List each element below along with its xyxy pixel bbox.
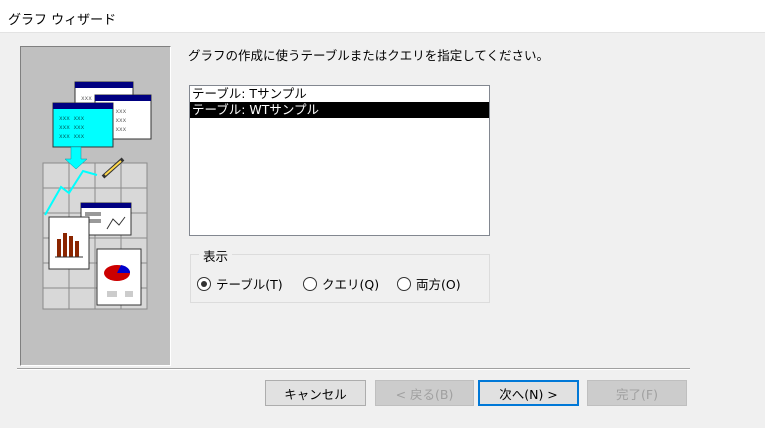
chart-wizard-graphic: xxx xxx xxx xxx xxx xxx xxx xxx xxx xxx … xyxy=(42,81,152,310)
instruction-text: グラフの作成に使うテーブルまたはクエリを指定してください。 xyxy=(188,48,550,63)
table-window-icon: xxx xxx xxx xxx xxx xxx xxx xxx xxx xxx … xyxy=(52,81,152,148)
radio-query-label[interactable]: クエリ(Q) xyxy=(322,274,379,293)
svg-text:xxx xxx: xxx xxx xyxy=(59,124,85,131)
svg-text:xxx xxx: xxx xxx xyxy=(59,133,85,140)
window-title: グラフ ウィザード xyxy=(8,13,117,28)
list-item-t-sample[interactable]: テーブル: Tサンプル xyxy=(190,86,489,102)
radio-table-circle[interactable] xyxy=(197,276,211,291)
finish-button[interactable]: 完了(F) xyxy=(587,380,687,406)
table-query-listbox[interactable]: テーブル: Tサンプル テーブル: WTサンプル xyxy=(189,85,490,236)
title-bar: グラフ ウィザード xyxy=(0,0,765,33)
radio-table-label[interactable]: テーブル(T) xyxy=(216,274,283,293)
cancel-button[interactable]: キャンセル xyxy=(265,380,366,406)
radio-table[interactable]: テーブル(T) xyxy=(197,274,283,293)
bar-chart-page-icon xyxy=(48,216,90,270)
view-groupbox: 表示 テーブル(T) クエリ(Q) 両方(O) xyxy=(190,246,490,303)
next-button[interactable]: 次へ(N) > xyxy=(478,380,579,406)
pie-chart-page-icon xyxy=(96,248,142,306)
radio-both[interactable]: 両方(O) xyxy=(397,274,461,293)
radio-both-circle[interactable] xyxy=(397,276,411,291)
radio-query[interactable]: クエリ(Q) xyxy=(303,274,379,293)
radio-query-circle[interactable] xyxy=(303,276,317,291)
list-item-wt-sample[interactable]: テーブル: WTサンプル xyxy=(190,102,489,118)
radio-both-label[interactable]: 両方(O) xyxy=(416,274,461,293)
view-group-legend: 表示 xyxy=(199,246,233,265)
footer-separator xyxy=(17,368,690,370)
svg-text:xxx xxx: xxx xxx xyxy=(59,115,85,122)
wizard-illustration: xxx xxx xxx xxx xxx xxx xxx xxx xxx xxx … xyxy=(20,46,171,366)
back-button[interactable]: < 戻る(B) xyxy=(375,380,474,406)
